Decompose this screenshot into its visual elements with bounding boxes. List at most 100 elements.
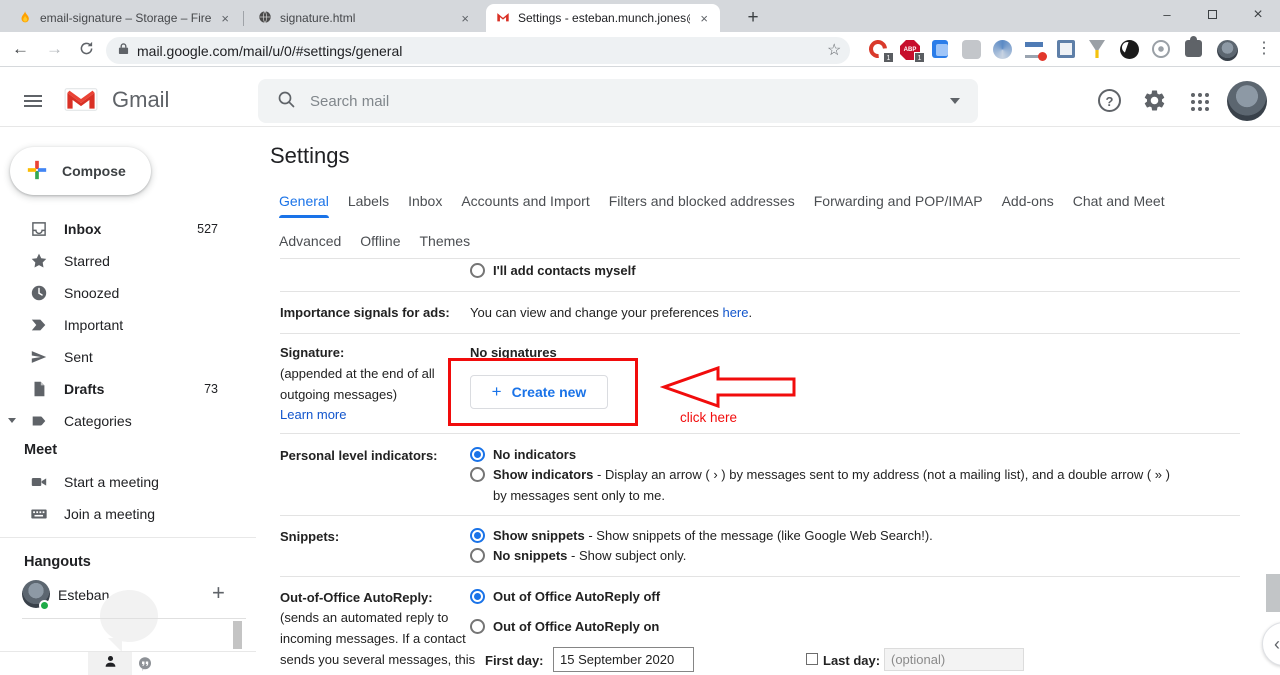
browser-tab-firebase[interactable]: email-signature – Storage – Fireb ×	[8, 4, 241, 32]
window-close-button[interactable]: ×	[1241, 0, 1275, 30]
ads-row-value: You can view and change your preferences…	[470, 305, 752, 320]
page-scrollbar[interactable]	[1266, 574, 1280, 612]
last-day-input[interactable]	[884, 648, 1024, 671]
forward-icon[interactable]: →	[46, 39, 63, 59]
tab-filters[interactable]: Filters and blocked addresses	[609, 193, 795, 218]
chrome-menu-icon[interactable]: ⋮	[1256, 38, 1272, 58]
first-day-label: First day:	[485, 653, 544, 668]
tab-title: email-signature – Storage – Fireb	[40, 11, 211, 25]
tab-advanced[interactable]: Advanced	[279, 233, 341, 258]
sidebar-item-drafts[interactable]: Drafts 73	[0, 373, 250, 405]
ext-colorzilla-icon[interactable]: 1	[869, 40, 889, 60]
tab-offline[interactable]: Offline	[360, 233, 400, 258]
ext-puzzle-icon[interactable]	[1185, 40, 1205, 60]
sidebar-item-sent[interactable]: Sent	[0, 341, 250, 373]
hangouts-watermark	[100, 590, 158, 642]
sidebar-item-inbox[interactable]: Inbox 527	[0, 213, 250, 245]
sidebar-item-snoozed[interactable]: Snoozed	[0, 277, 250, 309]
sidebar-item-starred[interactable]: Starred	[0, 245, 250, 277]
window-restore-button[interactable]	[1195, 0, 1229, 30]
show-indicators-line2: by messages sent only to me.	[493, 488, 665, 503]
hamburger-menu-icon[interactable]	[24, 92, 42, 110]
tab-general[interactable]: General	[279, 193, 329, 218]
radio-unselected[interactable]	[470, 263, 485, 278]
option-no-indicators[interactable]: No indicators	[470, 447, 576, 462]
new-hangout-button[interactable]: +	[212, 580, 225, 606]
gmail-brand-text[interactable]: Gmail	[112, 87, 169, 113]
tab-inbox[interactable]: Inbox	[408, 193, 442, 218]
sidebar-item-join-meeting[interactable]: Join a meeting	[0, 498, 250, 530]
ext-target-icon[interactable]	[1152, 40, 1172, 60]
hangouts-user-name[interactable]: Esteban	[58, 587, 109, 603]
tab-labels[interactable]: Labels	[348, 193, 389, 218]
back-icon[interactable]: ←	[12, 39, 29, 59]
help-icon[interactable]: ?	[1098, 89, 1121, 112]
ext-element-blocker-icon[interactable]	[1025, 40, 1045, 60]
search-input[interactable]	[310, 93, 870, 110]
radio-selected[interactable]	[470, 447, 485, 462]
tab-chat-and-meet[interactable]: Chat and Meet	[1073, 193, 1165, 218]
gmail-favicon-icon	[496, 10, 510, 27]
new-tab-button[interactable]: +	[740, 6, 766, 30]
address-bar[interactable]	[106, 37, 850, 64]
contacts-footer-tab[interactable]	[88, 652, 132, 675]
bookmark-star-icon[interactable]: ☆	[827, 40, 841, 60]
search-icon[interactable]	[276, 89, 296, 114]
radio-unselected[interactable]	[470, 619, 485, 634]
ext-copy-pages-icon[interactable]	[932, 40, 952, 60]
radio-selected[interactable]	[470, 528, 485, 543]
lock-icon	[118, 42, 129, 60]
autoreply-desc-line1: (sends an automated reply to	[280, 610, 448, 625]
tab-themes[interactable]: Themes	[420, 233, 471, 258]
ext-swirl-icon[interactable]	[993, 40, 1013, 60]
browser-tab-gmail-settings[interactable]: Settings - esteban.munch.jones@ ×	[486, 4, 720, 32]
ext-adblock-plus-icon[interactable]: ABP1	[900, 40, 920, 60]
reload-icon[interactable]	[78, 40, 95, 62]
annotation-red-box	[448, 358, 638, 426]
side-panel-chevron-button[interactable]: ‹	[1262, 622, 1280, 666]
tab-add-ons[interactable]: Add-ons	[1002, 193, 1054, 218]
tab-forwarding[interactable]: Forwarding and POP/IMAP	[814, 193, 983, 218]
ext-funnel-icon[interactable]	[1089, 40, 1109, 60]
tab-close-icon[interactable]: ×	[459, 11, 471, 26]
tab-close-icon[interactable]: ×	[219, 11, 231, 26]
option-autoreply-on[interactable]: Out of Office AutoReply on	[470, 619, 659, 634]
compose-button[interactable]: Compose	[10, 147, 151, 195]
hangouts-footer-icon[interactable]	[137, 656, 153, 675]
sidebar-scrollbar[interactable]	[233, 621, 242, 649]
last-day-checkbox[interactable]	[806, 653, 818, 665]
learn-more-link[interactable]: Learn more	[280, 407, 346, 422]
first-day-input[interactable]	[553, 647, 694, 672]
ext-react-devtools-icon[interactable]	[962, 40, 982, 60]
apps-grid-icon[interactable]	[1191, 93, 1195, 97]
radio-selected[interactable]	[470, 589, 485, 604]
here-link[interactable]: here	[722, 305, 748, 320]
url-input[interactable]	[137, 43, 737, 59]
tab-accounts-and-import[interactable]: Accounts and Import	[461, 193, 589, 218]
ext-dark-reader-icon[interactable]	[1120, 40, 1140, 60]
compose-label: Compose	[62, 163, 126, 179]
sidebar-item-important[interactable]: Important	[0, 309, 250, 341]
chrome-profile-avatar[interactable]	[1217, 40, 1238, 61]
sidebar-item-start-meeting[interactable]: Start a meeting	[0, 466, 250, 498]
browser-tab-signature[interactable]: signature.html ×	[248, 4, 481, 32]
radio-unselected[interactable]	[470, 467, 485, 482]
row-divider	[280, 258, 1240, 259]
option-show-indicators[interactable]: Show indicators - Display an arrow ( › )…	[470, 467, 1170, 482]
option-add-contacts-myself[interactable]: I'll add contacts myself	[470, 263, 636, 278]
videocam-icon	[30, 473, 48, 496]
gmail-search-bar[interactable]	[258, 79, 978, 123]
option-show-snippets[interactable]: Show snippets - Show snippets of the mes…	[470, 528, 933, 543]
sidebar-item-categories[interactable]: Categories	[0, 405, 250, 437]
settings-gear-icon[interactable]	[1142, 88, 1167, 118]
expand-caret-icon[interactable]	[8, 418, 16, 423]
option-no-snippets[interactable]: No snippets - Show subject only.	[470, 548, 686, 563]
option-autoreply-off[interactable]: Out of Office AutoReply off	[470, 589, 660, 604]
window-minimize-button[interactable]: –	[1150, 0, 1184, 30]
gmail-logo-icon[interactable]	[64, 87, 98, 117]
search-options-caret-icon[interactable]	[950, 98, 960, 104]
radio-unselected[interactable]	[470, 548, 485, 563]
account-avatar[interactable]	[1227, 81, 1267, 121]
tab-close-icon[interactable]: ×	[698, 11, 710, 26]
ext-perfectpixel-icon[interactable]	[1057, 40, 1077, 60]
